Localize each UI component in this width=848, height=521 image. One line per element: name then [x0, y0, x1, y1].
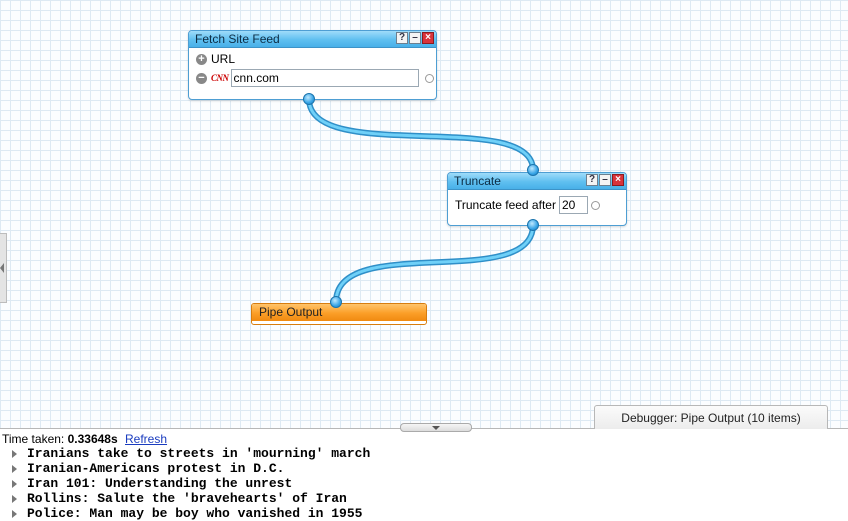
item-title: Police: Man may be boy who vanished in 1… — [27, 506, 363, 521]
url-terminal-icon[interactable] — [424, 73, 434, 83]
truncate-module[interactable]: Truncate ? – × Truncate feed after — [447, 172, 627, 226]
truncate-header[interactable]: Truncate ? – × — [448, 173, 626, 190]
list-item[interactable]: Rollins: Salute the 'bravehearts' of Ira… — [12, 491, 370, 506]
left-panel-collapse-handle[interactable] — [0, 233, 7, 303]
url-label: URL — [211, 52, 236, 66]
minimize-icon[interactable]: – — [409, 32, 421, 44]
fetch-site-feed-header[interactable]: Fetch Site Feed ? – × — [189, 31, 436, 48]
panel-resize-handle[interactable] — [400, 423, 472, 432]
expand-triangle-icon[interactable] — [12, 449, 17, 458]
debugger-item-list: Iranians take to streets in 'mourning' m… — [12, 446, 370, 521]
wire-truncate-to-output — [333, 222, 536, 305]
refresh-link[interactable]: Refresh — [125, 432, 167, 446]
truncate-count-input[interactable] — [558, 196, 588, 214]
expand-triangle-icon[interactable] — [12, 509, 17, 518]
expand-triangle-icon[interactable] — [12, 494, 17, 503]
minimize-icon[interactable]: – — [599, 174, 611, 186]
close-icon[interactable]: × — [422, 32, 434, 44]
url-input[interactable] — [230, 69, 419, 87]
list-item[interactable]: Iranian-Americans protest in D.C. — [12, 461, 370, 476]
time-taken-value: 0.33648s — [67, 432, 118, 446]
close-icon[interactable]: × — [612, 174, 624, 186]
add-url-icon[interactable]: + — [196, 53, 207, 65]
debugger-panel: Time taken: 0.33648s Refresh Iranians ta… — [0, 428, 848, 521]
help-icon[interactable]: ? — [396, 32, 408, 44]
item-title: Rollins: Salute the 'bravehearts' of Ira… — [27, 491, 347, 506]
fetch-site-feed-title: Fetch Site Feed — [195, 32, 280, 46]
time-taken-label: Time taken: — [2, 432, 65, 446]
truncate-title: Truncate — [454, 174, 501, 188]
wire-fetch-to-truncate — [306, 96, 536, 173]
list-item[interactable]: Iran 101: Understanding the unrest — [12, 476, 370, 491]
truncate-terminal-icon[interactable] — [590, 200, 600, 210]
truncate-input-port[interactable] — [527, 164, 539, 176]
time-taken: Time taken: 0.33648s Refresh — [2, 432, 167, 446]
pipe-output-title: Pipe Output — [259, 305, 323, 319]
pipe-editor-canvas[interactable]: Fetch Site Feed ? – × + URL − CNN Trunca… — [0, 0, 848, 428]
list-item[interactable]: Iranians take to streets in 'mourning' m… — [12, 446, 370, 461]
item-title: Iran 101: Understanding the unrest — [27, 476, 293, 491]
debugger-tab[interactable]: Debugger: Pipe Output (10 items) — [594, 405, 828, 429]
expand-triangle-icon[interactable] — [12, 479, 17, 488]
fetch-site-feed-module[interactable]: Fetch Site Feed ? – × + URL − CNN — [188, 30, 437, 100]
list-item[interactable]: Police: Man may be boy who vanished in 1… — [12, 506, 370, 521]
site-favicon-icon: CNN — [211, 73, 229, 83]
remove-url-icon[interactable]: − — [196, 72, 207, 84]
fetch-output-port[interactable] — [303, 93, 315, 105]
truncate-output-port[interactable] — [527, 219, 539, 231]
help-icon[interactable]: ? — [586, 174, 598, 186]
expand-triangle-icon[interactable] — [12, 464, 17, 473]
pipe-output-input-port[interactable] — [330, 296, 342, 308]
truncate-label: Truncate feed after — [455, 198, 556, 212]
item-title: Iranians take to streets in 'mourning' m… — [27, 446, 371, 461]
item-title: Iranian-Americans protest in D.C. — [27, 461, 285, 476]
